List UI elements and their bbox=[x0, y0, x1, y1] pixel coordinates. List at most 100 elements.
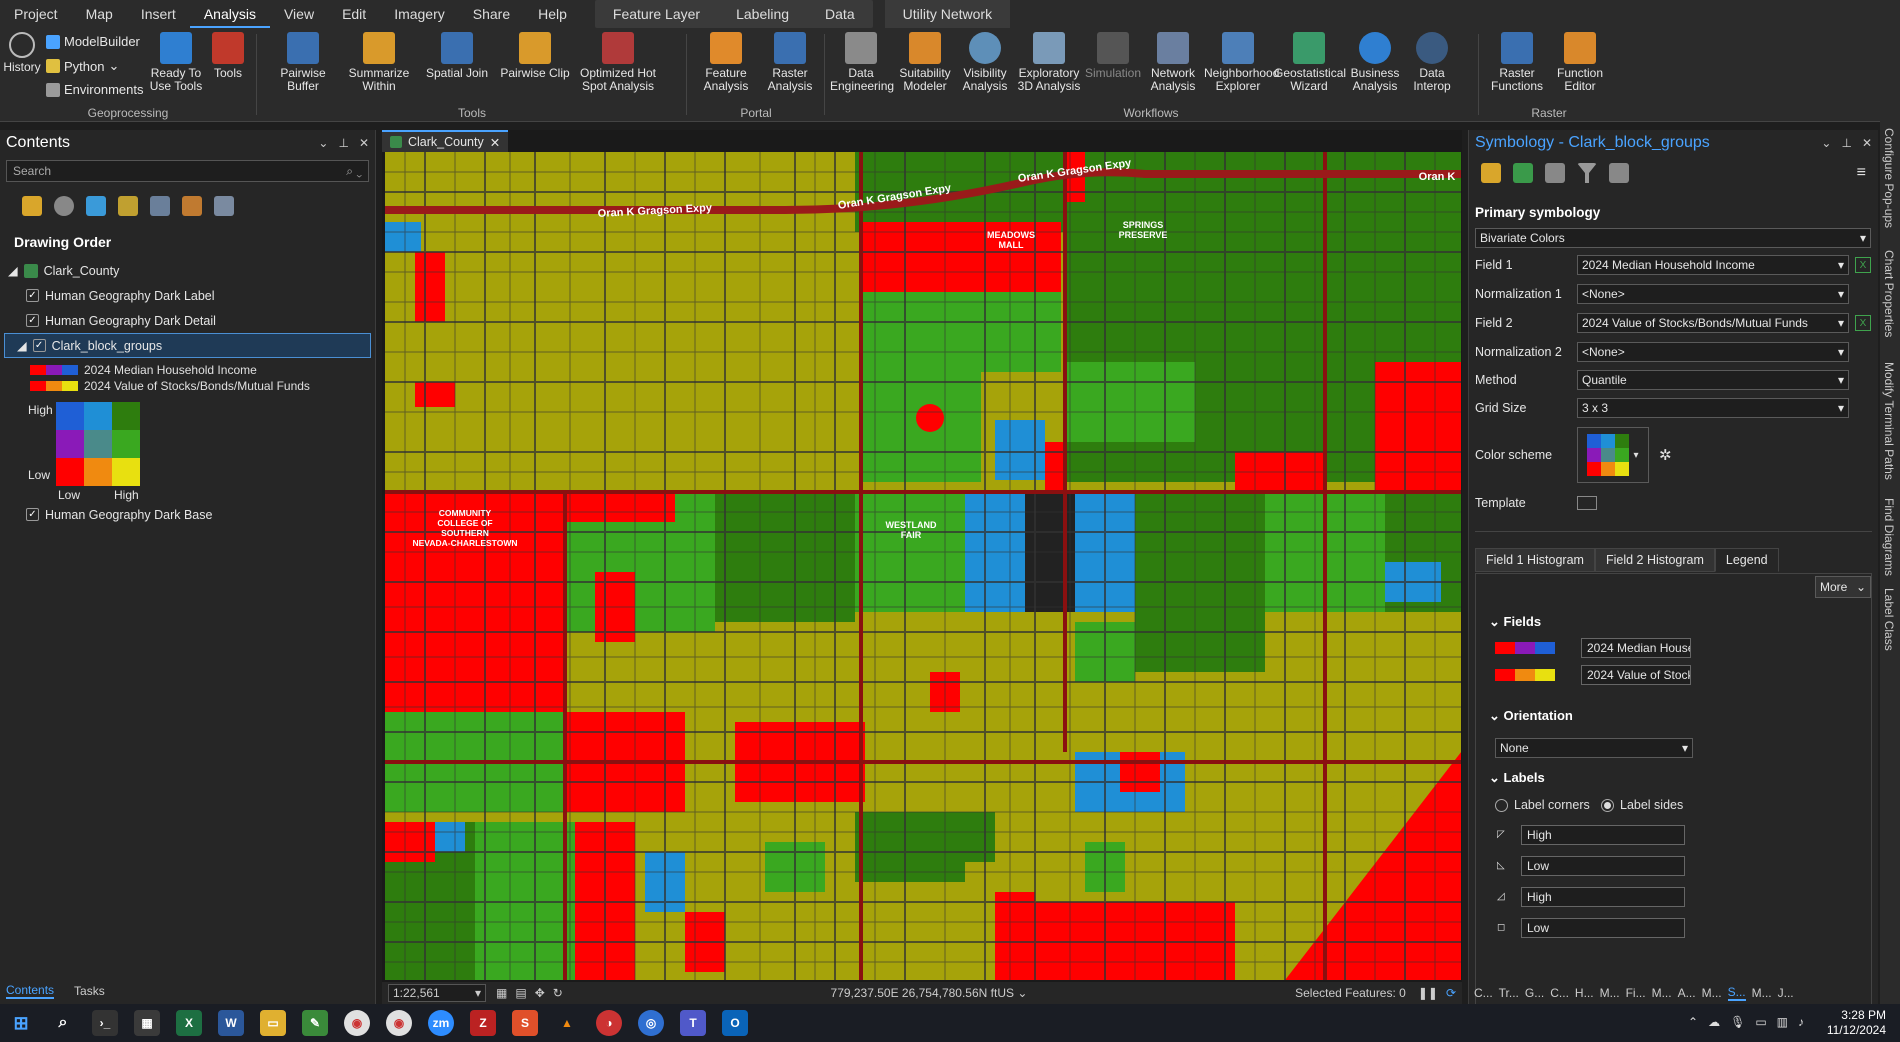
pane-tab[interactable]: M... bbox=[1752, 986, 1772, 1000]
menu-view[interactable]: View bbox=[270, 0, 328, 28]
field1-legend-label[interactable]: 2024 Median House bbox=[1581, 638, 1691, 658]
close-icon[interactable]: ✕ bbox=[1862, 136, 1872, 150]
close-icon[interactable]: ✕ bbox=[490, 135, 500, 150]
app-icon[interactable]: ▦ bbox=[134, 1010, 160, 1036]
volume-icon[interactable]: ♪ bbox=[1798, 1015, 1804, 1029]
pane-tab[interactable]: J... bbox=[1778, 986, 1794, 1000]
chevron-up-icon[interactable]: ⌃ bbox=[1688, 1015, 1698, 1029]
pairwise-clip-button[interactable]: Pairwise Clip bbox=[498, 32, 572, 80]
side-tab-label-class[interactable]: Label Class bbox=[1882, 588, 1896, 651]
raster-analysis-button[interactable]: Raster Analysis bbox=[758, 32, 822, 92]
symbology-type-dropdown[interactable]: Bivariate Colors ▾ bbox=[1475, 228, 1871, 248]
expression-icon[interactable]: X bbox=[1855, 315, 1871, 331]
suitability-modeler-button[interactable]: Suitability Modeler bbox=[894, 32, 956, 92]
layer-dark-base[interactable]: ✓ Human Geography Dark Base bbox=[0, 502, 212, 527]
list-by-selection-icon[interactable] bbox=[86, 196, 106, 216]
neighborhood-explorer-button[interactable]: Neighborhood Explorer bbox=[1204, 32, 1279, 92]
label-sides-option[interactable]: Label sides bbox=[1601, 798, 1683, 812]
label-corners-option[interactable]: Label corners bbox=[1495, 798, 1590, 812]
checkbox-checked[interactable]: ✓ bbox=[26, 314, 39, 327]
tab-contents[interactable]: Contents bbox=[6, 983, 55, 999]
menu-insert[interactable]: Insert bbox=[127, 0, 190, 28]
pause-icon[interactable]: ❚❚ bbox=[1418, 986, 1438, 1000]
search-icon[interactable]: ⌕ ⌄ bbox=[346, 164, 362, 179]
advanced-icon[interactable] bbox=[1609, 163, 1629, 183]
layer-dark-detail[interactable]: ✓ Human Geography Dark Detail bbox=[0, 308, 375, 333]
raster-functions-button[interactable]: Raster Functions bbox=[1486, 32, 1548, 92]
close-icon[interactable]: ✕ bbox=[359, 136, 369, 150]
template-swatch[interactable] bbox=[1577, 496, 1597, 510]
pin-icon[interactable]: ⊥ bbox=[1841, 136, 1851, 150]
fixed-zoom-icon[interactable]: ▦ bbox=[496, 986, 507, 1000]
label-input-4[interactable]: Low bbox=[1521, 918, 1685, 938]
microphone-icon[interactable]: 🎙 bbox=[1730, 1015, 1745, 1029]
fields-section-header[interactable]: ⌄ Fields bbox=[1489, 614, 1541, 630]
checkbox-checked[interactable]: ✓ bbox=[26, 289, 39, 302]
field1-dropdown[interactable]: 2024 Median Household Income ▾ bbox=[1577, 255, 1849, 275]
modelbuilder-button[interactable]: ModelBuilder bbox=[46, 34, 140, 49]
label-input-1[interactable]: High bbox=[1521, 825, 1685, 845]
list-by-drawing-order-icon[interactable] bbox=[22, 196, 42, 216]
network-analysis-button[interactable]: Network Analysis bbox=[1144, 32, 1202, 92]
menu-map[interactable]: Map bbox=[72, 0, 127, 28]
map-item[interactable]: ◢ Clark_County bbox=[0, 258, 375, 283]
tools-button[interactable]: Tools bbox=[208, 32, 248, 80]
chevron-down-icon[interactable]: ⌄ bbox=[318, 136, 328, 150]
hot-spot-button[interactable]: Optimized Hot Spot Analysis bbox=[576, 32, 660, 92]
pane-tab[interactable]: C... bbox=[1550, 986, 1569, 1000]
tab-legend[interactable]: Legend bbox=[1714, 548, 1779, 572]
arcgis-pro-icon[interactable]: ◎ bbox=[638, 1010, 664, 1036]
layer-dark-label[interactable]: ✓ Human Geography Dark Label bbox=[0, 283, 375, 308]
side-tab-configure-popups[interactable]: Configure Pop-ups bbox=[1882, 128, 1896, 228]
excel-icon[interactable]: X bbox=[176, 1010, 202, 1036]
battery-icon[interactable]: ▭ bbox=[1755, 1015, 1766, 1029]
field2-dropdown[interactable]: 2024 Value of Stocks/Bonds/Mutual Funds ▾ bbox=[1577, 313, 1849, 333]
menu-project[interactable]: Project bbox=[0, 0, 72, 28]
list-by-snapping-icon[interactable] bbox=[150, 196, 170, 216]
navigate-icon[interactable]: ✥ bbox=[535, 986, 545, 1000]
tab-feature-layer[interactable]: Feature Layer bbox=[595, 0, 718, 28]
file-explorer-icon[interactable]: ▭ bbox=[260, 1010, 286, 1036]
filter-icon[interactable] bbox=[1577, 163, 1597, 183]
orientation-dropdown[interactable]: None ▾ bbox=[1495, 738, 1693, 758]
feature-analysis-button[interactable]: Feature Analysis bbox=[694, 32, 758, 92]
field2-legend-label[interactable]: 2024 Value of Stock bbox=[1581, 665, 1691, 685]
environments-button[interactable]: Environments bbox=[46, 82, 143, 97]
outlook-icon[interactable]: O bbox=[722, 1010, 748, 1036]
rotate-icon[interactable]: ↻ bbox=[553, 986, 563, 1000]
color-scheme-dropdown[interactable]: ▾ bbox=[1577, 427, 1649, 483]
word-icon[interactable]: W bbox=[218, 1010, 244, 1036]
ready-to-use-tools-button[interactable]: Ready To Use Tools bbox=[146, 32, 206, 92]
pane-tab[interactable]: M... bbox=[1652, 986, 1672, 1000]
app-icon[interactable]: ◑ bbox=[596, 1010, 622, 1036]
method-dropdown[interactable]: Quantile ▾ bbox=[1577, 370, 1849, 390]
filezilla-icon[interactable]: Z bbox=[470, 1010, 496, 1036]
tab-field1-histogram[interactable]: Field 1 Histogram bbox=[1475, 548, 1595, 572]
tab-labeling[interactable]: Labeling bbox=[718, 0, 807, 28]
tab-data[interactable]: Data bbox=[807, 0, 873, 28]
simulation-button[interactable]: Simulation bbox=[1084, 32, 1142, 80]
python-button[interactable]: Python ⌄ bbox=[46, 58, 119, 74]
symbol-layers-icon[interactable] bbox=[1545, 163, 1565, 183]
pane-tab[interactable]: C... bbox=[1474, 986, 1493, 1000]
vlc-icon[interactable]: ▲ bbox=[554, 1010, 580, 1036]
data-interop-button[interactable]: Data Interop bbox=[1406, 32, 1458, 92]
list-by-perspective-icon[interactable] bbox=[214, 196, 234, 216]
more-button[interactable]: More ⌄ bbox=[1815, 576, 1871, 598]
side-tab-find-diagrams[interactable]: Find Diagrams bbox=[1882, 498, 1896, 576]
list-by-labeling-icon[interactable] bbox=[182, 196, 202, 216]
history-button[interactable]: History bbox=[2, 32, 42, 74]
vary-symbology-icon[interactable] bbox=[1513, 163, 1533, 183]
list-by-editing-icon[interactable] bbox=[118, 196, 138, 216]
function-editor-button[interactable]: Function Editor bbox=[1550, 32, 1610, 92]
chevron-down-icon[interactable]: ⌄ bbox=[1821, 136, 1831, 150]
norm2-dropdown[interactable]: <None> ▾ bbox=[1577, 342, 1849, 362]
business-analysis-button[interactable]: Business Analysis bbox=[1346, 32, 1404, 92]
windows-start-icon[interactable]: ⊞ bbox=[8, 1010, 34, 1036]
primary-symbology-icon[interactable] bbox=[1481, 163, 1501, 183]
map-view[interactable]: Clark_County ✕ Oran K Gragson Expy Oran … bbox=[382, 130, 1462, 982]
scale-dropdown[interactable]: 1:22,561 ▾ bbox=[388, 984, 486, 1002]
visibility-analysis-button[interactable]: Visibility Analysis bbox=[956, 32, 1014, 92]
tab-field2-histogram[interactable]: Field 2 Histogram bbox=[1594, 548, 1715, 572]
chrome-icon[interactable]: ◉ bbox=[344, 1010, 370, 1036]
